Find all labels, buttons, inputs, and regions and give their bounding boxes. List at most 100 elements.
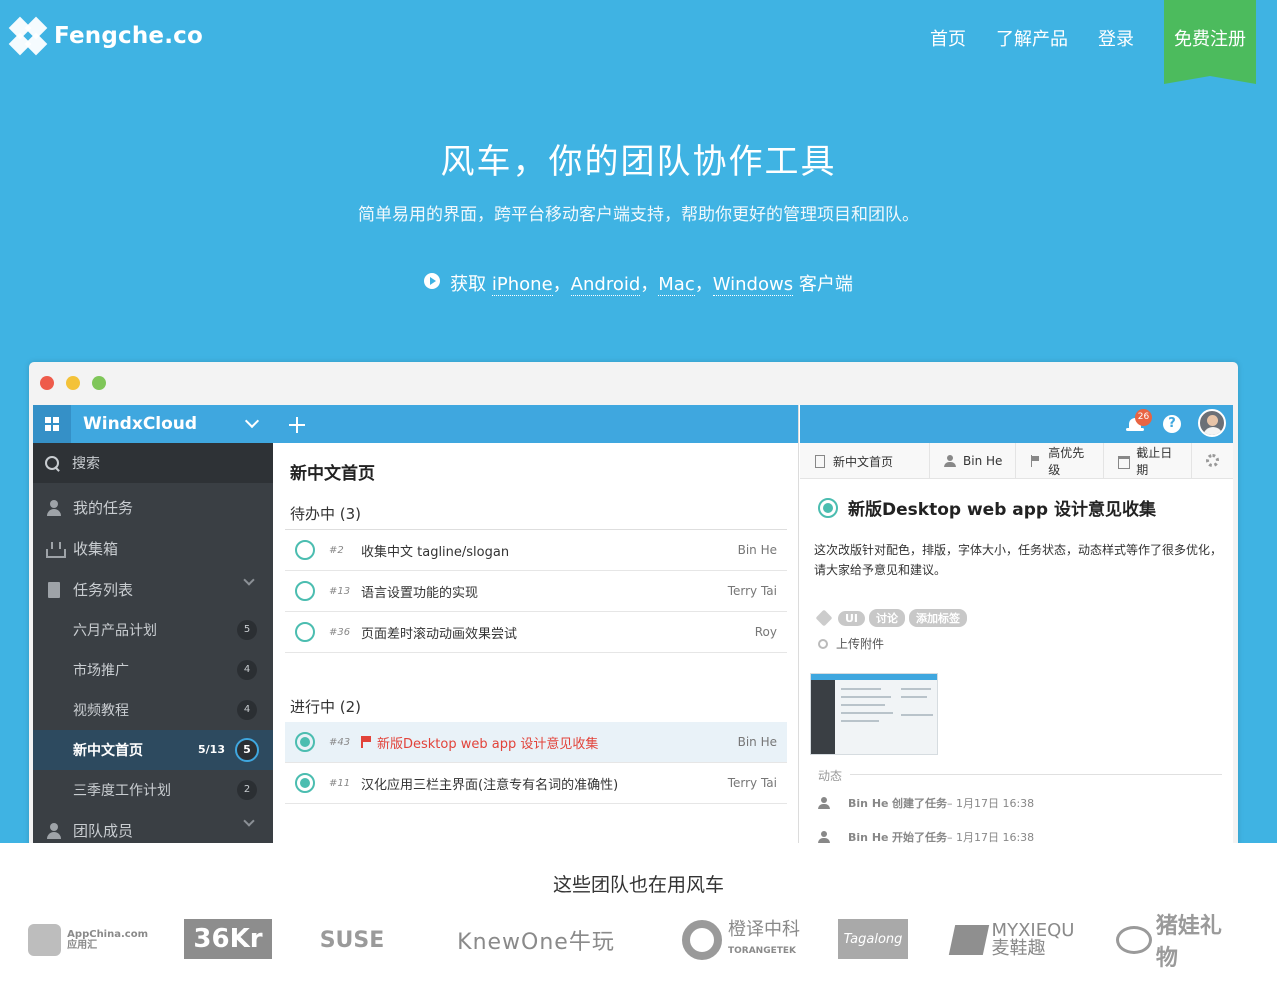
detail-toolbar: 26 ? (800, 405, 1233, 443)
get-suffix: 客户端 (798, 274, 853, 295)
meta-list[interactable]: 新中文首页 (800, 443, 930, 479)
priority-flag-icon (361, 736, 371, 748)
team-icon (45, 822, 63, 840)
sidebar-list-item[interactable]: 三季度工作计划 2 (33, 770, 273, 810)
shopping-bag-icon (28, 924, 62, 956)
meta-assignee[interactable]: Bin He (930, 443, 1016, 479)
avatar[interactable] (1198, 409, 1226, 437)
paperclip-icon (815, 636, 831, 651)
task-status-icon[interactable] (295, 581, 315, 601)
windows-link[interactable]: Windows (712, 274, 794, 296)
nav-product-link[interactable]: 了解产品 (996, 25, 1068, 51)
task-row[interactable]: #2 收集中文 tagline/slogan Bin He (285, 530, 787, 571)
separator: ， (552, 274, 571, 295)
zhuwa-logo: 猪娃礼物 (1116, 912, 1238, 971)
chevron-down-icon[interactable] (243, 815, 255, 827)
sidebar-item-members[interactable]: 团队成员 (33, 810, 273, 843)
add-tag-button[interactable]: 添加标签 (909, 609, 968, 627)
task-detail-panel: 26 ? 新中文首页 Bin He 高优先级 截止日期 新版Desktop we… (800, 405, 1233, 843)
task-tags: UI 讨论 添加标签 (815, 609, 971, 627)
task-in-progress-icon[interactable] (295, 773, 315, 793)
sidebar-list-item[interactable]: 六月产品计划 5 (33, 610, 273, 650)
nav-links: 首页 了解产品 登录 免费注册 (930, 0, 1277, 84)
help-icon[interactable]: ? (1163, 415, 1181, 433)
task-row[interactable]: #36 页面差时滚动动画效果尝试 Roy (285, 612, 787, 653)
activity-time: – 1月17日 16:38 (946, 797, 1035, 810)
add-task-icon[interactable] (289, 417, 305, 433)
sidebar-list-item-active[interactable]: 新中文首页 5/13 5 (33, 730, 273, 770)
chevron-down-icon[interactable] (244, 413, 260, 429)
android-link[interactable]: Android (570, 274, 641, 296)
tag[interactable]: 讨论 (869, 609, 906, 627)
task-status-icon[interactable] (295, 540, 315, 560)
chevron-down-icon[interactable] (243, 574, 255, 586)
mac-link[interactable]: Mac (658, 274, 695, 296)
appchina-text-cn: 应用汇 (67, 940, 98, 951)
task-status-icon[interactable] (295, 622, 315, 642)
windmill-logo-icon (8, 16, 48, 56)
task-number: #36 (329, 626, 351, 638)
myxiequ-text-cn: 麦鞋趣 (991, 938, 1046, 959)
partners-title: 这些团队也在用风车 (552, 874, 724, 896)
nav-login-link[interactable]: 登录 (1098, 25, 1134, 51)
list-label: 市场推广 (73, 663, 129, 679)
sidebar-search[interactable]: 搜索 (33, 443, 273, 483)
task-row-selected[interactable]: #43 新版Desktop web app 设计意见收集 Bin He (285, 722, 787, 763)
task-row[interactable]: #13 语言设置功能的实现 Terry Tai (285, 571, 787, 612)
task-in-progress-icon[interactable] (295, 732, 315, 752)
signup-button[interactable]: 免费注册 (1164, 0, 1256, 84)
logo[interactable]: Fengche.co (8, 16, 203, 56)
sidebar-item-label: 我的任务 (73, 499, 134, 517)
task-name: 语言设置功能的实现 (361, 585, 479, 601)
sidebar-item-label: 任务列表 (73, 581, 134, 599)
meta-due-date[interactable]: 截止日期 (1104, 443, 1192, 479)
task-title-text: 新版Desktop web app 设计意见收集 (848, 500, 1157, 520)
iphone-link[interactable]: iPhone (491, 274, 553, 296)
task-assignee: Bin He (737, 543, 777, 557)
document-icon (814, 455, 826, 468)
attachment-thumbnail[interactable] (810, 673, 938, 755)
activity-time: – 1月17日 16:38 (946, 831, 1035, 843)
hero-section: Fengche.co 首页 了解产品 登录 免费注册 风车，你的团队协作工具 简… (0, 0, 1277, 843)
settings-button[interactable] (1192, 443, 1232, 478)
task-name: 收集中文 tagline/slogan (361, 544, 510, 560)
search-label: 搜索 (72, 456, 100, 472)
sidebar-item-my-tasks[interactable]: 我的任务 (33, 487, 273, 528)
task-number: #43 (329, 736, 351, 748)
separator: ， (694, 274, 713, 295)
task-in-progress-icon[interactable] (818, 497, 838, 518)
sidebar-list-item[interactable]: 视频教程 4 (33, 690, 273, 730)
activity-user: Bin He (848, 796, 889, 810)
meta-priority[interactable]: 高优先级 (1016, 443, 1104, 479)
tag[interactable]: UI (838, 610, 866, 626)
sidebar-list-item[interactable]: 市场推广 4 (33, 650, 273, 690)
myxiequ-logo: MYXIEQU 麦鞋趣 (948, 912, 1076, 968)
meta-due-label: 截止日期 (1136, 446, 1173, 477)
myxiequ-mark-icon (948, 925, 989, 955)
task-description: 这次改版针对配色，排版，字体大小，任务状态，动态样式等作了很多优化，请大家给予意… (814, 543, 1223, 577)
search-icon (45, 455, 60, 471)
list-label: 新中文首页 (73, 743, 143, 759)
task-meta-bar: 新中文首页 Bin He 高优先级 截止日期 (800, 443, 1233, 479)
app-screen: WindxCloud 搜索 我的任务 收集箱 任务列表 六月产品计划 5 市场推… (33, 405, 1233, 843)
sidebar-item-inbox[interactable]: 收集箱 (33, 528, 273, 569)
sidebar-item-task-lists[interactable]: 任务列表 (33, 569, 273, 610)
inbox-icon (45, 540, 66, 558)
activity-action: 开始了任务 (891, 831, 947, 843)
gear-icon (1205, 454, 1219, 467)
minimize-dot-icon (66, 376, 80, 390)
task-row[interactable]: #11 汉化应用三栏主界面(注意专有名词的准确性) Terry Tai (285, 763, 787, 804)
person-icon (818, 797, 830, 809)
upload-attachment[interactable]: 上传附件 (815, 635, 884, 652)
hero-title: 风车，你的团队协作工具 (440, 142, 837, 182)
torange-text: 橙译中科 (728, 918, 800, 940)
list-count-badge: 4 (237, 660, 257, 680)
nav-home-link[interactable]: 首页 (930, 25, 966, 51)
grid-icon[interactable] (33, 405, 71, 443)
list-count-badge: 4 (237, 700, 257, 720)
list-count-badge: 5 (237, 620, 257, 640)
top-nav: Fengche.co 首页 了解产品 登录 免费注册 (0, 0, 1277, 84)
pig-icon (1116, 926, 1152, 954)
team-switcher[interactable]: WindxCloud (33, 405, 273, 443)
separator: ， (640, 274, 659, 295)
